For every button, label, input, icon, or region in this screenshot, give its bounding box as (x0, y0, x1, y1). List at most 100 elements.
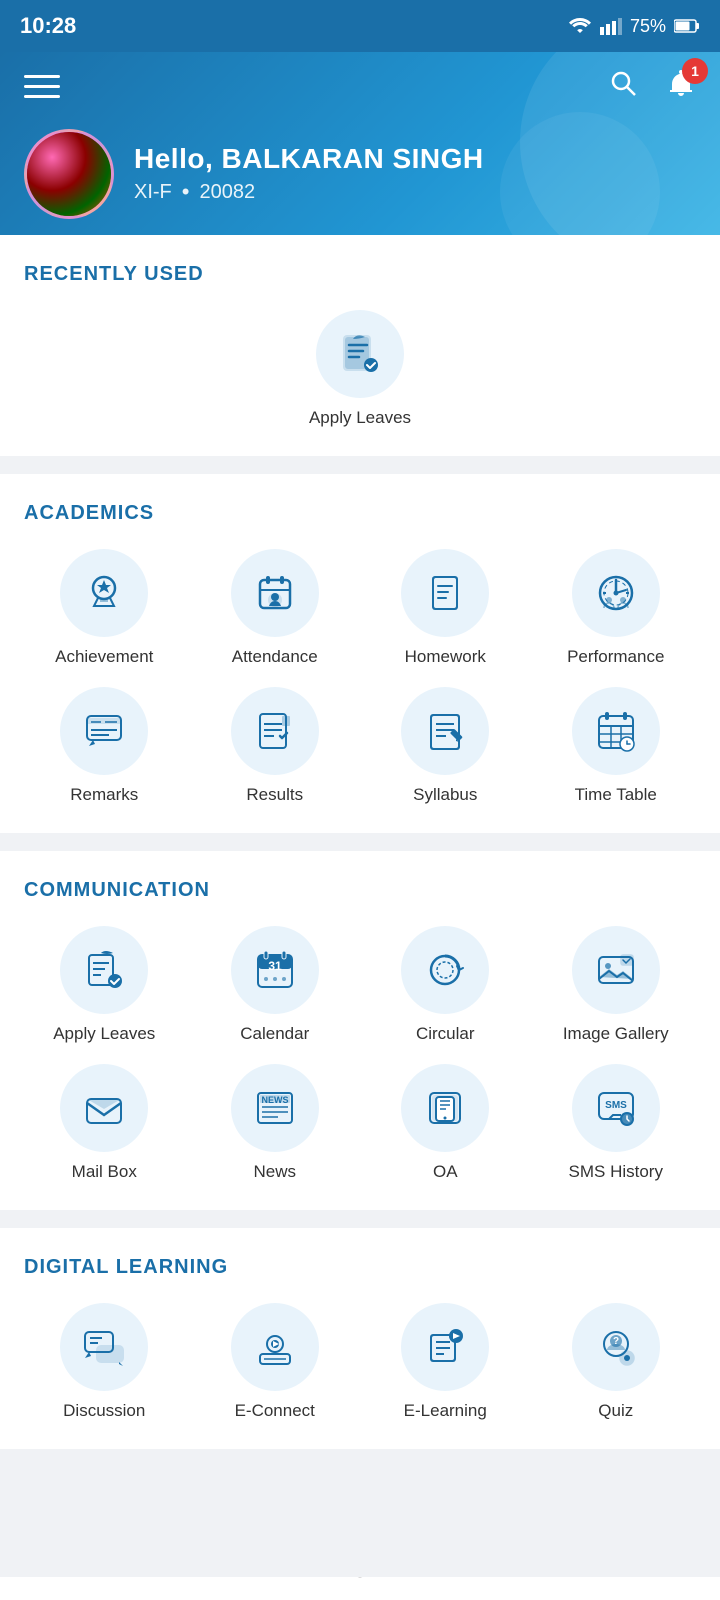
econnect-item[interactable]: E-Connect (195, 1303, 356, 1421)
bottom-spacer (0, 1467, 720, 1547)
econnect-circle (231, 1303, 319, 1391)
sms-history-icon: SMS (593, 1085, 639, 1131)
circular-item[interactable]: Circular (365, 926, 526, 1044)
performance-icon (593, 570, 639, 616)
user-text: Hello, BALKARAN SINGH XI-F • 20082 (134, 143, 484, 205)
quiz-circle: ? (572, 1303, 660, 1391)
communication-grid: Apply Leaves 31 Calendar (24, 926, 696, 1182)
hamburger-line-2 (24, 85, 60, 88)
calendar-icon: 31 (252, 947, 298, 993)
sms-history-circle: SMS (572, 1064, 660, 1152)
discussion-item[interactable]: Discussion (24, 1303, 185, 1421)
syllabus-label: Syllabus (413, 785, 477, 805)
circular-icon (422, 947, 468, 993)
hamburger-menu[interactable] (24, 75, 60, 98)
image-gallery-label: Image Gallery (563, 1024, 669, 1044)
quiz-icon: ? (593, 1324, 639, 1370)
timetable-label: Time Table (575, 785, 657, 805)
attendance-icon (252, 570, 298, 616)
remarks-label: Remarks (70, 785, 138, 805)
user-details: XI-F • 20082 (134, 179, 484, 205)
oa-label: OA (433, 1162, 458, 1182)
results-label: Results (246, 785, 303, 805)
battery-text: 75% (630, 16, 666, 37)
timetable-circle (572, 687, 660, 775)
quiz-item[interactable]: ? Quiz (536, 1303, 697, 1421)
discussion-icon (81, 1324, 127, 1370)
performance-circle (572, 549, 660, 637)
timetable-item[interactable]: Time Table (536, 687, 697, 805)
elearning-circle (401, 1303, 489, 1391)
sms-history-item[interactable]: SMS SMS History (536, 1064, 697, 1182)
calendar-item[interactable]: 31 Calendar (195, 926, 356, 1044)
syllabus-item[interactable]: Syllabus (365, 687, 526, 805)
svg-text:NEWS: NEWS (261, 1095, 288, 1105)
achievement-item[interactable]: Achievement (24, 549, 185, 667)
recently-used-section: RECENTLY USED Apply Leaves (0, 235, 720, 456)
mailbox-circle (60, 1064, 148, 1152)
attendance-item[interactable]: Attendance (195, 549, 356, 667)
search-button[interactable] (608, 68, 638, 105)
elearning-label: E-Learning (404, 1401, 487, 1421)
circular-label: Circular (416, 1024, 475, 1044)
discussion-label: Discussion (63, 1401, 145, 1421)
news-icon: NEWS (252, 1085, 298, 1131)
header: 1 Hello, BALKARAN SINGH XI-F • 20082 (0, 52, 720, 259)
svg-text:31: 31 (268, 959, 282, 973)
avatar-image (27, 132, 111, 216)
image-gallery-circle (572, 926, 660, 1014)
attendance-label: Attendance (232, 647, 318, 667)
digital-learning-grid: Discussion E-Connect (24, 1303, 696, 1421)
achievement-label: Achievement (55, 647, 153, 667)
news-item[interactable]: NEWS News (195, 1064, 356, 1182)
notification-button[interactable]: 1 (666, 68, 696, 105)
academics-grid: Achievement Attendance (24, 549, 696, 805)
svg-text:?: ? (613, 1336, 619, 1347)
elearning-item[interactable]: E-Learning (365, 1303, 526, 1421)
recent-apply-leaves[interactable]: Apply Leaves (24, 310, 696, 428)
sms-history-label: SMS History (569, 1162, 663, 1182)
user-class: XI-F (134, 181, 172, 204)
news-circle: NEWS (231, 1064, 319, 1152)
circular-circle (401, 926, 489, 1014)
svg-text:SMS: SMS (605, 1100, 627, 1111)
recent-apply-leaves-icon-circle (316, 310, 404, 398)
signal-icon (600, 17, 622, 35)
homework-circle (401, 549, 489, 637)
image-gallery-item[interactable]: Image Gallery (536, 926, 697, 1044)
results-circle (231, 687, 319, 775)
homework-label: Homework (405, 647, 486, 667)
communication-section: COMMUNICATION Apply Leaves (0, 851, 720, 1210)
oa-item[interactable]: OA (365, 1064, 526, 1182)
status-icons: 75% (568, 16, 700, 37)
status-bar: 10:28 75% (0, 0, 720, 52)
apply-leaves-icon (337, 331, 383, 377)
comm-apply-leaves-item[interactable]: Apply Leaves (24, 926, 185, 1044)
results-item[interactable]: Results (195, 687, 356, 805)
communication-title: COMMUNICATION (24, 879, 696, 902)
econnect-label: E-Connect (235, 1401, 315, 1421)
battery-icon (674, 18, 700, 34)
digital-learning-title: DIGITAL LEARNING (24, 1256, 696, 1279)
status-time: 10:28 (20, 13, 76, 39)
syllabus-circle (401, 687, 489, 775)
news-label: News (253, 1162, 296, 1182)
oa-icon (422, 1085, 468, 1131)
homework-item[interactable]: Homework (365, 549, 526, 667)
remarks-item[interactable]: Remarks (24, 687, 185, 805)
discussion-circle (60, 1303, 148, 1391)
elearning-icon (422, 1324, 468, 1370)
results-icon (252, 708, 298, 754)
separator: • (182, 179, 190, 205)
calendar-label: Calendar (240, 1024, 309, 1044)
recent-apply-leaves-label: Apply Leaves (309, 408, 411, 428)
calendar-circle: 31 (231, 926, 319, 1014)
mailbox-item[interactable]: Mail Box (24, 1064, 185, 1182)
attendance-circle (231, 549, 319, 637)
image-gallery-icon (593, 947, 639, 993)
comm-apply-leaves-circle (60, 926, 148, 1014)
performance-item[interactable]: Performance (536, 549, 697, 667)
achievement-circle (60, 549, 148, 637)
remarks-icon (81, 708, 127, 754)
academics-title: ACADEMICS (24, 502, 696, 525)
